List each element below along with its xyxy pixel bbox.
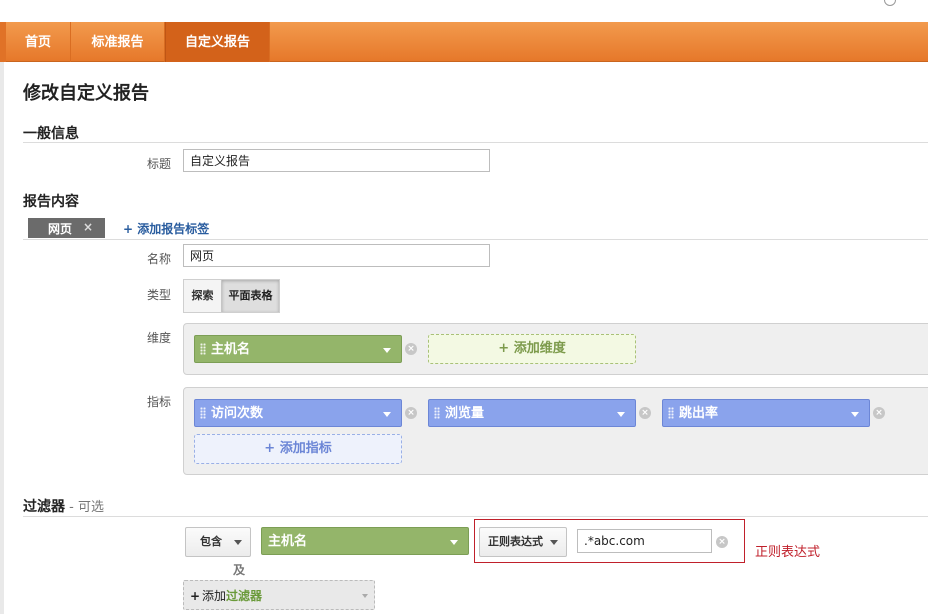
main-nav: 首页 标准报告 自定义报告 [0, 22, 928, 62]
tab-home[interactable]: 首页 [6, 22, 71, 62]
add-filter-dropdown[interactable]: + 添加 过滤器 [183, 580, 375, 610]
close-icon[interactable]: × [83, 220, 93, 234]
title-label: 标题 [147, 157, 172, 171]
left-divider [0, 62, 4, 614]
divider [23, 142, 928, 143]
add-filter-emphasis: 过滤器 [226, 589, 263, 603]
chevron-down-icon [383, 348, 391, 353]
add-report-tab-link[interactable]: + 添加报告标签 [123, 220, 209, 237]
divider [23, 516, 928, 517]
type-segmented-control: 探索 平面表格 [183, 279, 280, 313]
chevron-down-icon [383, 412, 391, 417]
chevron-down-icon [550, 540, 558, 545]
chevron-down-icon [234, 540, 242, 545]
title-input[interactable] [183, 149, 490, 172]
name-input[interactable] [183, 244, 490, 267]
general-heading: 一般信息 [23, 126, 79, 142]
metric-pill-label: 跳出率 [679, 406, 719, 421]
and-label: 及 [233, 563, 246, 577]
regex-annotation: 正则表达式 [755, 545, 821, 560]
drag-handle-icon[interactable] [200, 407, 206, 419]
match-type-dropdown[interactable]: 正则表达式 [479, 527, 567, 557]
chevron-down-icon [851, 412, 859, 417]
drag-handle-icon[interactable] [668, 407, 674, 419]
remove-icon[interactable]: × [873, 407, 885, 419]
clear-icon[interactable]: × [716, 536, 728, 548]
type-option-flat-table[interactable]: 平面表格 [221, 280, 279, 312]
filter-heading: 过滤器 - 可选 [23, 496, 104, 516]
filter-value-input[interactable] [577, 529, 712, 553]
add-dimension-button[interactable]: + 添加维度 [428, 334, 636, 364]
type-label: 类型 [147, 288, 172, 302]
plus-icon: + [190, 589, 201, 603]
include-label: 包含 [200, 535, 222, 548]
metric-pill[interactable]: 浏览量 [428, 399, 636, 427]
dimension-pill[interactable]: 主机名 [194, 335, 402, 363]
metric-pill-label: 浏览量 [445, 406, 485, 421]
metric-pill[interactable]: 访问次数 [194, 399, 402, 427]
remove-icon[interactable]: × [405, 407, 417, 419]
metric-pill-label: 访问次数 [211, 406, 264, 421]
divider [23, 239, 928, 240]
tab-custom-reports[interactable]: 自定义报告 [165, 22, 270, 62]
filter-heading-text: 过滤器 [23, 499, 65, 515]
report-tab-chip[interactable]: 网页 × [28, 218, 105, 238]
drag-handle-icon[interactable] [434, 407, 440, 419]
metric-pill[interactable]: 跳出率 [662, 399, 870, 427]
filter-dimension-pill[interactable]: 主机名 [261, 527, 469, 555]
drag-handle-icon[interactable] [200, 343, 206, 355]
add-metric-button[interactable]: + 添加指标 [194, 434, 402, 464]
metric-label: 指标 [147, 395, 172, 409]
page-title: 修改自定义报告 [23, 83, 149, 104]
include-dropdown[interactable]: 包含 [185, 527, 251, 557]
type-option-explore[interactable]: 探索 [184, 280, 221, 312]
remove-icon[interactable]: × [405, 343, 417, 355]
name-label: 名称 [147, 252, 172, 266]
remove-icon[interactable]: × [639, 407, 651, 419]
top-strip [0, 0, 928, 22]
filter-optional-note: - 可选 [65, 500, 104, 515]
content-heading: 报告内容 [23, 194, 79, 210]
dimension-pill-label: 主机名 [211, 342, 251, 357]
add-filter-label: 添加 [202, 589, 227, 603]
tab-standard-reports[interactable]: 标准报告 [71, 22, 165, 62]
help-icon[interactable] [884, 0, 896, 6]
report-tab-label: 网页 [48, 222, 73, 236]
chevron-down-icon [617, 412, 625, 417]
filter-dimension-label: 主机名 [268, 534, 308, 549]
match-type-label: 正则表达式 [488, 535, 543, 548]
chevron-down-icon [450, 540, 458, 545]
chevron-down-icon [362, 594, 368, 598]
dimension-label: 维度 [147, 331, 172, 345]
